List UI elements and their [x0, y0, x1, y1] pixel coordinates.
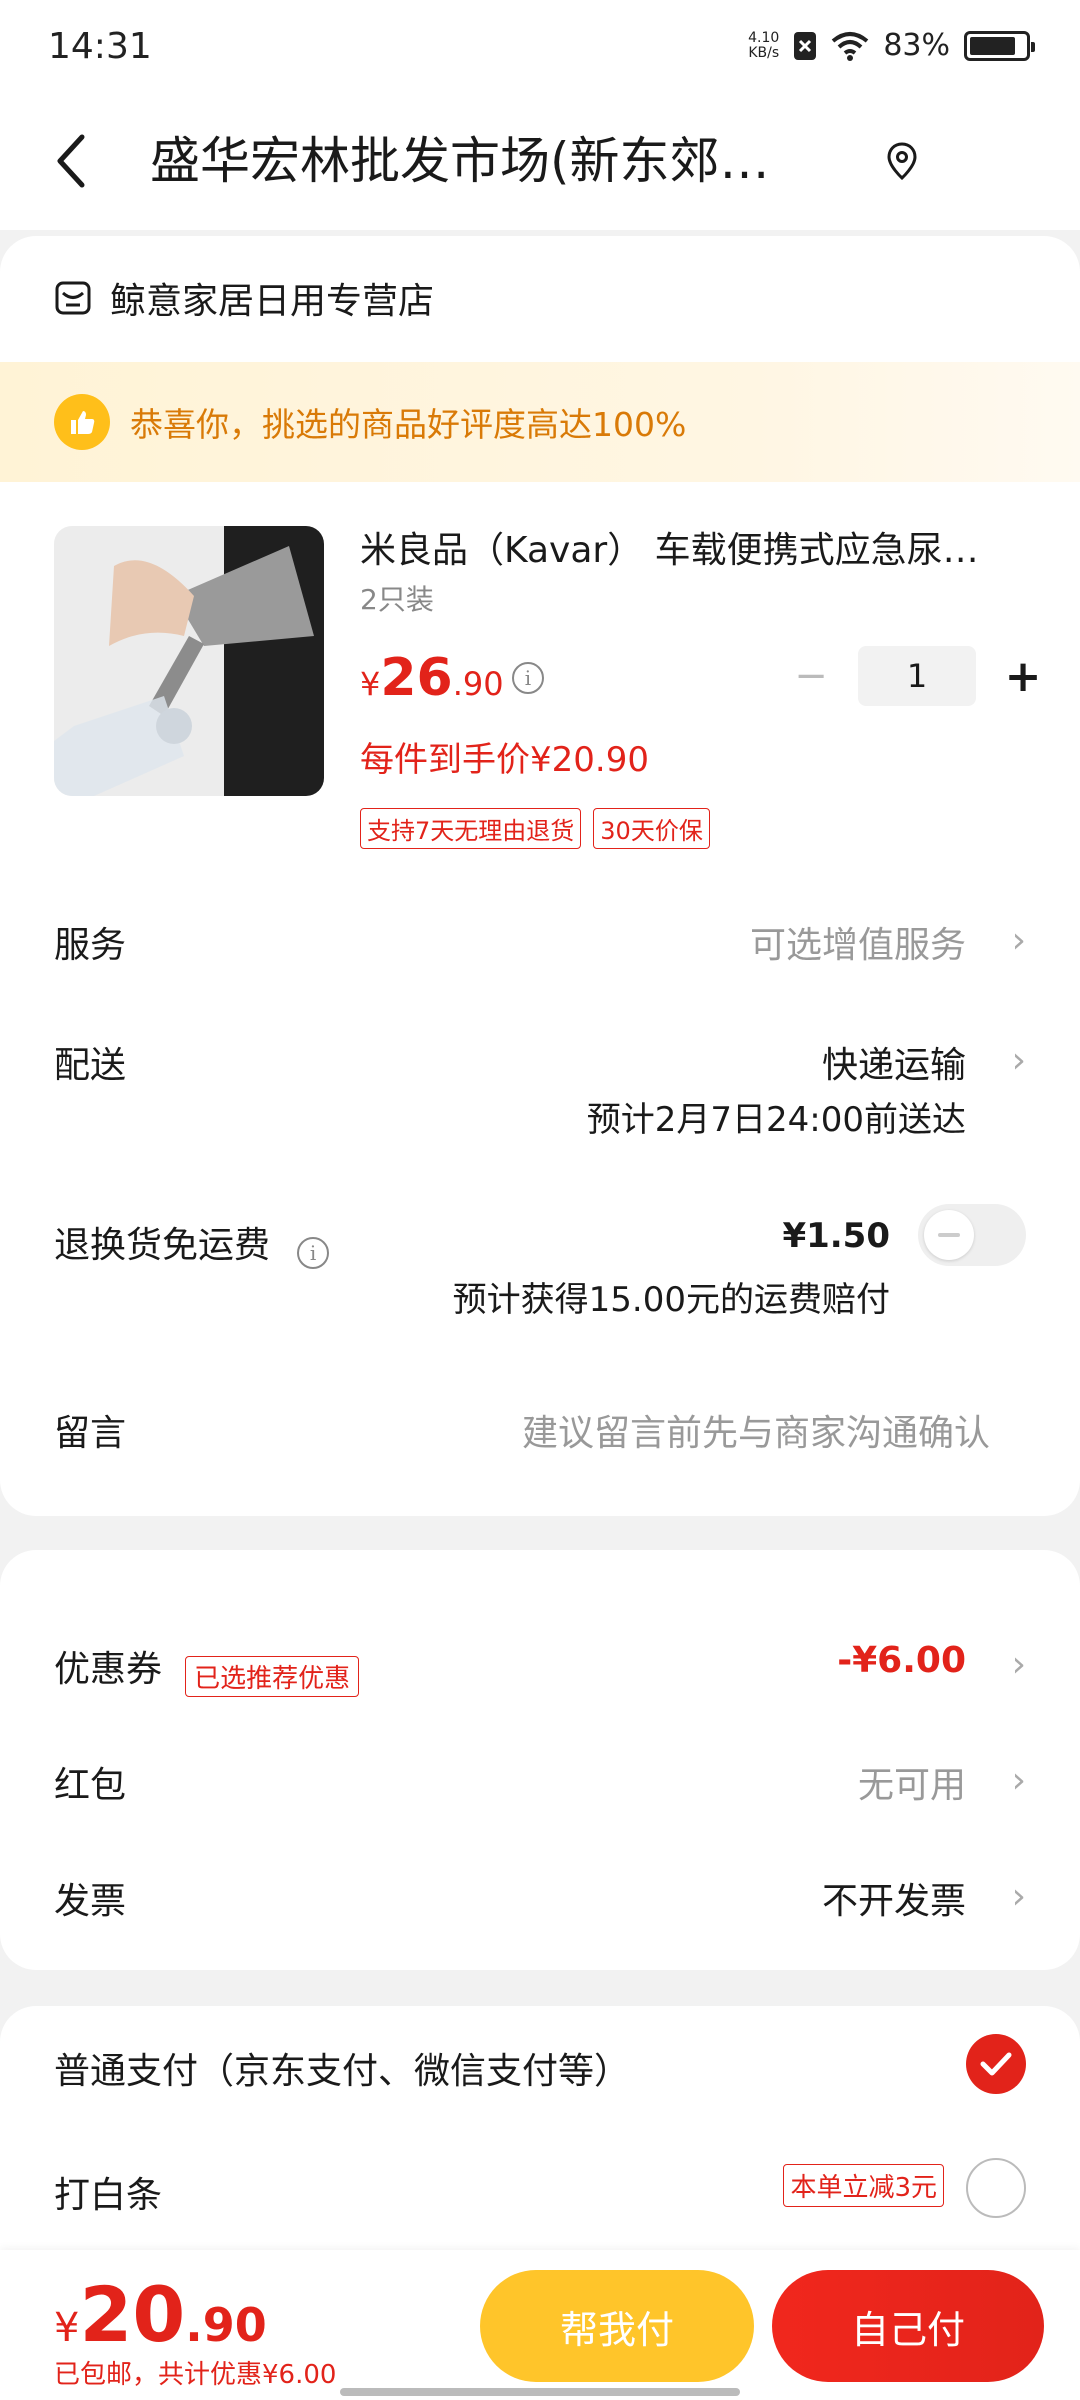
- invoice-value: 不开发票: [821, 1881, 966, 1922]
- service-value: 可选增值服务: [749, 925, 966, 966]
- return-fee-label: 退换货免运费: [54, 1225, 271, 1266]
- thumbs-up-icon: [54, 394, 110, 450]
- price-decimal: .90: [452, 665, 504, 703]
- rating-banner: 恭喜你，挑选的商品好评度高达100%: [0, 362, 1080, 482]
- payment-baitiao-label: 打白条: [54, 2175, 163, 2216]
- coupon-value: -¥6.00: [837, 1640, 966, 1681]
- total-price: ¥ 20 .90: [54, 2270, 267, 2359]
- payment-baitiao-radio[interactable]: [966, 2158, 1026, 2218]
- service-label: 服务: [54, 925, 127, 966]
- product-tags: 支持7天无理由退货 30天价保: [360, 808, 710, 849]
- return-fee-value: ¥1.50: [782, 1216, 890, 1256]
- delivery-row[interactable]: 配送 快递运输 › 预计2月7日24:00前送达: [54, 1036, 1026, 1140]
- invoice-label: 发票: [54, 1881, 127, 1922]
- price-integer: 26: [380, 648, 453, 708]
- delivery-eta: 预计2月7日24:00前送达: [586, 1100, 966, 1140]
- store-name: 鲸意家居日用专营店: [110, 281, 435, 322]
- address-title[interactable]: 盛华宏林批发市场(新东郊…: [150, 126, 830, 196]
- quantity-input[interactable]: 1: [858, 646, 976, 706]
- chevron-right-icon: ›: [1011, 1644, 1026, 1685]
- message-row[interactable]: 留言 建议留言前先与商家沟通确认: [54, 1404, 1026, 1456]
- red-packet-label: 红包: [54, 1765, 127, 1806]
- tag-return: 支持7天无理由退货: [360, 808, 582, 849]
- payment-normal-radio[interactable]: [966, 2034, 1026, 2094]
- chevron-right-icon: ›: [1011, 1760, 1026, 1801]
- net-speed-unit: KB/s: [748, 44, 780, 61]
- red-packet-row[interactable]: 红包 无可用 ›: [54, 1756, 1026, 1808]
- return-fee-toggle[interactable]: [918, 1204, 1026, 1266]
- coupon-tag: 已选推荐优惠: [185, 1656, 360, 1697]
- store-icon: [55, 281, 91, 315]
- header: 盛华宏林批发市场(新东郊…: [0, 96, 1080, 230]
- wifi-icon: [832, 31, 869, 61]
- total-integer: 20: [79, 2270, 186, 2359]
- product-image[interactable]: [54, 526, 324, 796]
- status-time: 14:31: [48, 26, 152, 67]
- quantity-stepper: − 1 +: [786, 646, 1048, 706]
- total-currency: ¥: [54, 2305, 80, 2351]
- chevron-right-icon: ›: [1011, 920, 1026, 961]
- self-pay-button[interactable]: 自己付: [772, 2270, 1044, 2382]
- product-spec: 2只装: [360, 583, 434, 616]
- check-icon: [980, 2052, 1012, 2076]
- net-speed-value: 4.10: [748, 29, 780, 46]
- discount-card: 优惠券 已选推荐优惠 -¥6.00 › 红包 无可用 › 发票 不开发票 ›: [0, 1550, 1080, 1970]
- net-speed: 4.10 KB/s: [748, 29, 780, 61]
- increase-button[interactable]: +: [998, 651, 1048, 702]
- store-header[interactable]: 鲸意家居日用专营店: [54, 272, 434, 324]
- sim-off-icon: [794, 31, 817, 60]
- location-button[interactable]: [880, 140, 924, 184]
- order-card: 鲸意家居日用专营店 恭喜你，挑选的商品好评度高达100% 米良品（Kavar） …: [0, 236, 1080, 1516]
- battery-icon: [964, 30, 1035, 61]
- battery-percent: 83%: [883, 28, 950, 63]
- service-row[interactable]: 服务 可选增值服务 ›: [54, 916, 1026, 968]
- payment-normal-row[interactable]: 普通支付（京东支付、微信支付等）: [54, 2034, 1026, 2094]
- delivery-label: 配送: [54, 1045, 127, 1086]
- red-packet-value: 无可用: [857, 1765, 966, 1806]
- return-fee-row: 退换货免运费 i ¥1.50 预计获得15.00元的运费赔付: [54, 1204, 1026, 1320]
- invoice-row[interactable]: 发票 不开发票 ›: [54, 1872, 1026, 1924]
- price-currency: ¥: [360, 665, 381, 703]
- help-pay-button[interactable]: 帮我付: [480, 2270, 754, 2382]
- return-fee-note: 预计获得15.00元的运费赔付: [452, 1280, 890, 1320]
- coupon-row[interactable]: 优惠券 已选推荐优惠 -¥6.00 ›: [54, 1640, 1026, 1697]
- delivery-value: 快递运输: [821, 1045, 966, 1086]
- location-icon: [887, 142, 917, 181]
- decrease-button[interactable]: −: [786, 653, 836, 699]
- home-indicator[interactable]: [340, 2388, 740, 2396]
- price-info-icon[interactable]: i: [512, 662, 544, 694]
- message-label: 留言: [54, 1413, 127, 1454]
- product-price: ¥ 26 .90: [360, 648, 504, 708]
- chevron-right-icon: ›: [1011, 1040, 1026, 1081]
- tag-price-protect: 30天价保: [593, 808, 710, 849]
- coupon-label: 优惠券: [54, 1649, 163, 1690]
- chevron-right-icon: ›: [1011, 1876, 1026, 1917]
- product-title[interactable]: 米良品（Kavar） 车载便携式应急尿…: [360, 526, 1030, 576]
- checkout-bar: ¥ 20 .90 已包邮，共计优惠¥6.00 帮我付 自己付: [0, 2250, 1080, 2400]
- baitiao-promo-tag: 本单立减3元: [783, 2164, 944, 2207]
- message-input[interactable]: 建议留言前先与商家沟通确认: [522, 1404, 990, 1456]
- total-summary: 已包邮，共计优惠¥6.00: [54, 2360, 337, 2390]
- payment-normal-label: 普通支付（京东支付、微信支付等）: [54, 2051, 631, 2092]
- return-fee-info-icon[interactable]: i: [297, 1236, 330, 1269]
- status-bar: 14:31 4.10 KB/s 83%: [0, 0, 1080, 96]
- unit-price: 每件到手价¥20.90: [360, 740, 649, 780]
- total-decimal: .90: [185, 2298, 267, 2352]
- banner-text: 恭喜你，挑选的商品好评度高达100%: [130, 405, 687, 444]
- payment-baitiao-row[interactable]: 打白条 本单立减3元: [54, 2158, 1026, 2218]
- back-icon: [57, 134, 85, 188]
- back-button[interactable]: [56, 126, 116, 196]
- status-right: 4.10 KB/s 83%: [748, 28, 1035, 63]
